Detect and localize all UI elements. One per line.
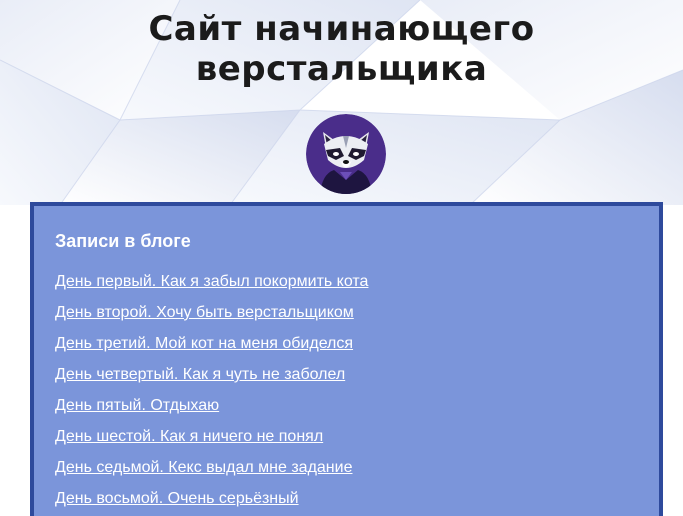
site-title-line1: Сайт начинающего bbox=[148, 9, 535, 49]
list-item: День шестой. Как я ничего не понял bbox=[55, 427, 368, 458]
post-link-4[interactable]: День четвертый. Как я чуть не заболел bbox=[55, 366, 345, 383]
list-item: День седьмой. Кекс выдал мне задание bbox=[55, 458, 368, 489]
list-item: День второй. Хочу быть верстальщиком bbox=[55, 303, 368, 334]
post-link-1[interactable]: День первый. Как я забыл покормить кота bbox=[55, 273, 368, 290]
blog-title: Записи в блоге bbox=[55, 231, 191, 251]
blog-panel: Записи в блоге День первый. Как я забыл … bbox=[30, 202, 663, 516]
post-link-7[interactable]: День седьмой. Кекс выдал мне задание bbox=[55, 459, 352, 476]
post-link-2[interactable]: День второй. Хочу быть верстальщиком bbox=[55, 304, 354, 321]
list-item: День третий. Мой кот на меня обиделся bbox=[55, 334, 368, 365]
site-title-line2: верстальщика bbox=[195, 49, 488, 89]
post-link-6[interactable]: День шестой. Как я ничего не понял bbox=[55, 428, 323, 445]
list-item: День первый. Как я забыл покормить кота bbox=[55, 272, 368, 303]
post-list: День первый. Как я забыл покормить кота … bbox=[55, 272, 368, 516]
post-link-3[interactable]: День третий. Мой кот на меня обиделся bbox=[55, 335, 353, 352]
post-link-5[interactable]: День пятый. Отдыхаю bbox=[55, 397, 219, 414]
site-header: Сайт начинающего верстальщика bbox=[0, 0, 683, 89]
site-title: Сайт начинающего верстальщика bbox=[0, 9, 683, 89]
list-item: День четвертый. Как я чуть не заболел bbox=[55, 365, 368, 396]
raccoon-avatar-icon bbox=[306, 114, 386, 194]
post-link-8[interactable]: День восьмой. Очень серьёзный bbox=[55, 490, 299, 507]
list-item: День пятый. Отдыхаю bbox=[55, 396, 368, 427]
list-item: День восьмой. Очень серьёзный bbox=[55, 489, 368, 516]
